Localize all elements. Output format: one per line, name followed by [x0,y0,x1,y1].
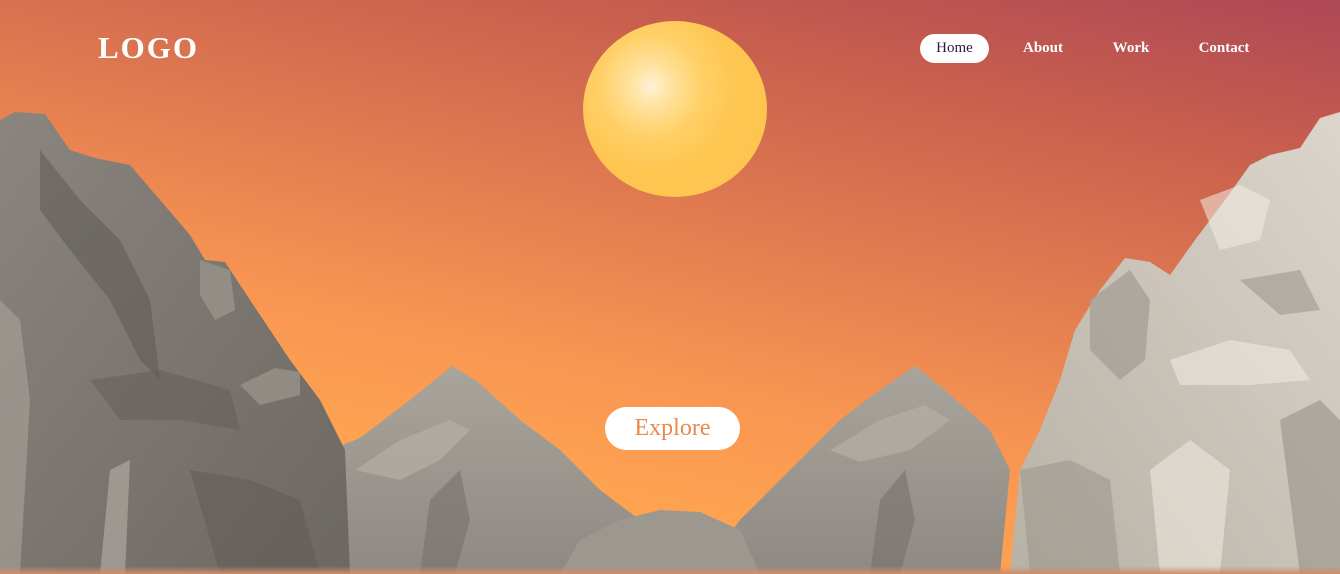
main-nav: Home About Work Contact [920,34,1340,64]
nav-item-home[interactable]: Home [920,34,989,63]
mountains-illustration [0,112,1340,574]
nav-item-work[interactable]: Work [1106,34,1156,63]
center-right-peak [700,366,1010,574]
site-logo[interactable]: LOGO [98,28,199,68]
explore-button[interactable]: Explore [605,407,740,450]
hero-scene [0,0,1340,574]
nav-item-about[interactable]: About [1015,34,1071,63]
nav-item-contact[interactable]: Contact [1190,34,1258,63]
ground-fade [0,566,1340,574]
